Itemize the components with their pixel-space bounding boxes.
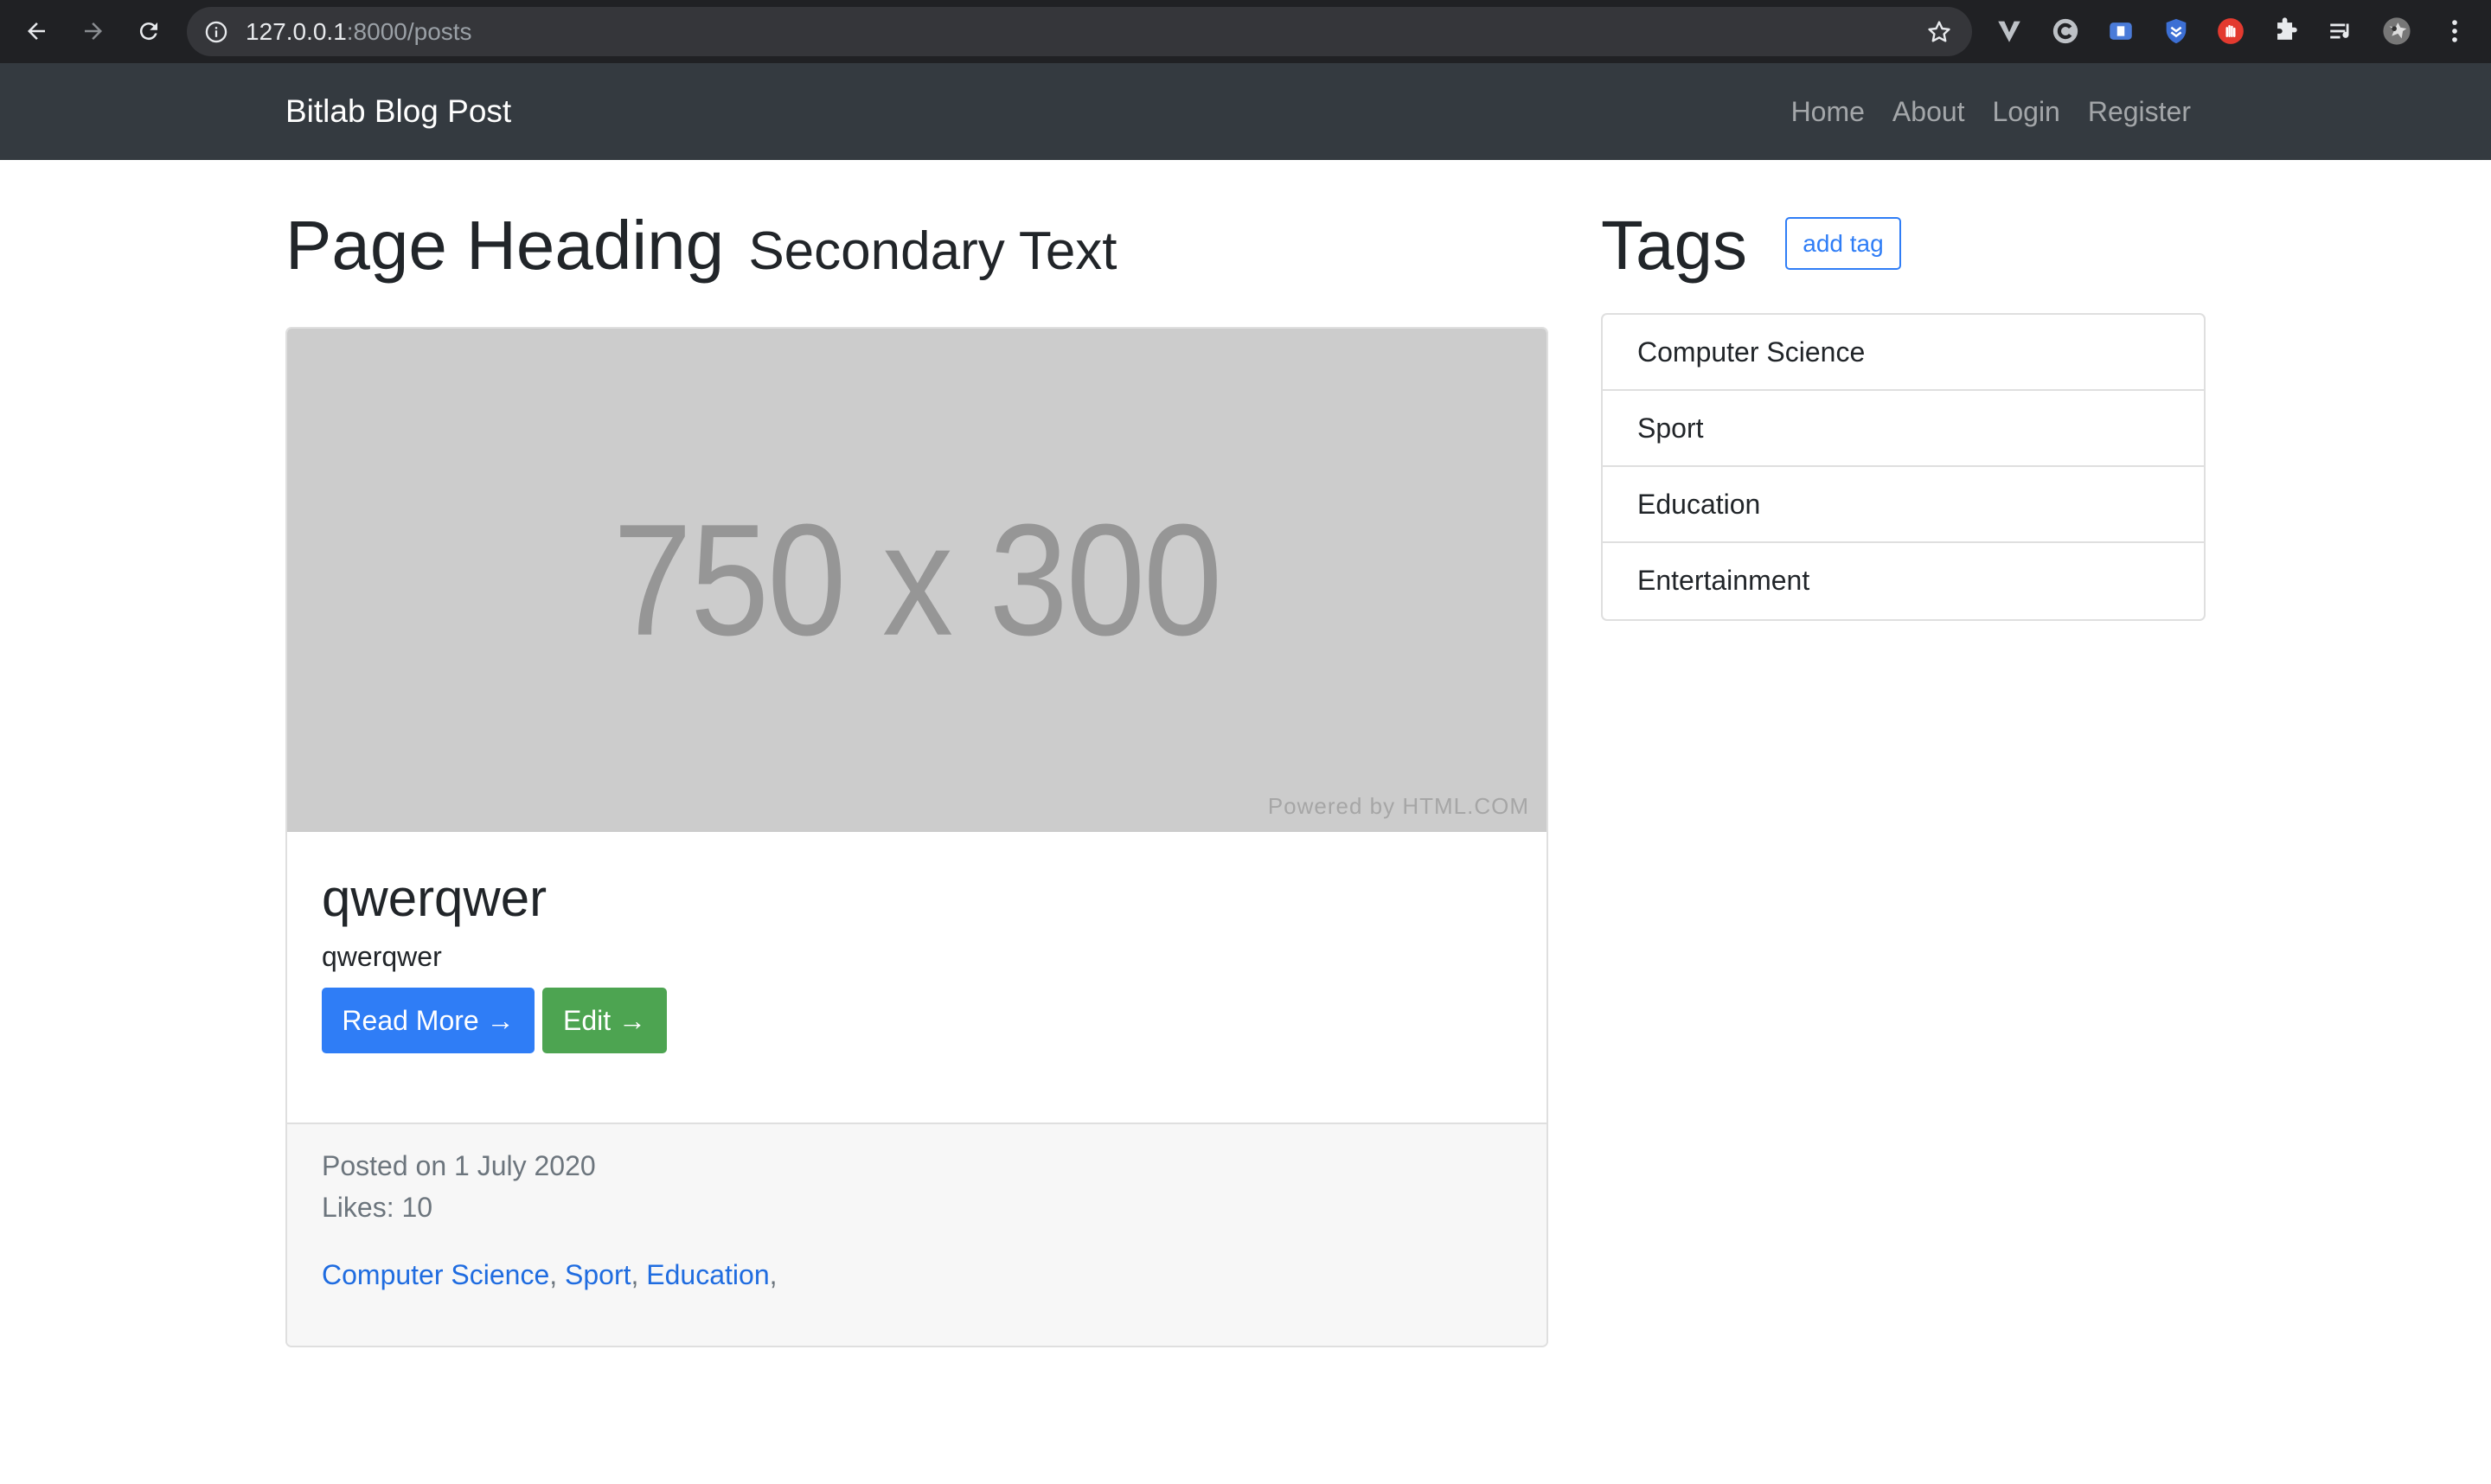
post-card: 750 x 300 Powered by HTML.COM qwerqwer q… — [285, 327, 1548, 1347]
browser-toolbar: 127.0.0.1:8000/posts — [0, 0, 2491, 63]
tag-list-item[interactable]: Sport — [1603, 391, 2204, 467]
nav-link-home[interactable]: Home — [1791, 96, 1865, 128]
post-image-placeholder: 750 x 300 Powered by HTML.COM — [287, 329, 1546, 832]
tag-list: Computer Science Sport Education Enterta… — [1601, 313, 2206, 621]
profile-avatar-icon[interactable] — [2381, 16, 2412, 47]
browser-menu-icon[interactable] — [2439, 16, 2470, 47]
url-host: 127.0.0.1 — [246, 18, 347, 45]
post-excerpt: qwerqwer — [322, 941, 442, 972]
forward-arrow-icon — [85, 22, 102, 40]
tags-heading: Tags — [1601, 207, 1747, 284]
extension-g-icon[interactable] — [2050, 16, 2081, 47]
post-tag-link[interactable]: Sport — [565, 1259, 631, 1290]
reload-icon — [139, 22, 157, 41]
extension-translate-icon[interactable] — [2105, 16, 2136, 47]
media-queue-icon[interactable] — [2326, 16, 2357, 47]
back-arrow-icon — [28, 22, 45, 40]
page-title-main: Page Heading — [285, 207, 725, 284]
url-text: 127.0.0.1:8000/posts — [246, 7, 472, 56]
read-more-button[interactable]: Read More → — [322, 988, 535, 1053]
forward-button[interactable] — [76, 14, 111, 48]
post-tag-link[interactable]: Education — [646, 1259, 769, 1290]
edit-button[interactable]: Edit → — [542, 988, 667, 1053]
image-dimensions-label: 750 x 300 — [612, 490, 1222, 668]
back-button[interactable] — [19, 14, 54, 48]
url-path: :8000/posts — [346, 18, 472, 45]
nav-links: Home About Login Register — [1791, 63, 2191, 160]
tag-list-item[interactable]: Computer Science — [1603, 315, 2204, 391]
info-icon[interactable] — [204, 20, 228, 44]
extension-shield-icon[interactable] — [2161, 16, 2192, 47]
page-title: Page Heading Secondary Text — [285, 206, 1117, 285]
page-subtitle: Secondary Text — [748, 221, 1117, 281]
address-bar[interactable]: 127.0.0.1:8000/posts — [187, 7, 1972, 56]
tag-list-item[interactable]: Entertainment — [1603, 543, 2204, 619]
nav-link-login[interactable]: Login — [1993, 96, 2060, 128]
bookmark-star-icon[interactable] — [1925, 18, 1953, 46]
add-tag-button[interactable]: add tag — [1785, 217, 1901, 270]
post-date: Posted on 1 July 2020 — [322, 1150, 596, 1181]
post-tags: Computer Science, Sport, Education, — [322, 1259, 778, 1290]
tag-list-item[interactable]: Education — [1603, 467, 2204, 543]
post-tag-link[interactable]: Computer Science — [322, 1259, 549, 1290]
post-title: qwerqwer — [322, 869, 548, 927]
image-credit: Powered by HTML.COM — [1267, 793, 1529, 819]
nav-link-register[interactable]: Register — [2088, 96, 2191, 128]
site-navbar: Bitlab Blog Post Home About Login Regist… — [0, 63, 2491, 160]
post-card-footer: Posted on 1 July 2020 Likes: 10 Computer… — [287, 1123, 1546, 1346]
extension-v-icon[interactable] — [1994, 16, 2025, 47]
nav-link-about[interactable]: About — [1892, 96, 1965, 128]
reload-button[interactable] — [131, 14, 166, 48]
post-likes: Likes: 10 — [322, 1192, 433, 1223]
brand-link[interactable]: Bitlab Blog Post — [285, 63, 511, 160]
extensions-puzzle-icon[interactable] — [2270, 16, 2302, 47]
extension-stop-hand-icon[interactable] — [2215, 16, 2246, 47]
